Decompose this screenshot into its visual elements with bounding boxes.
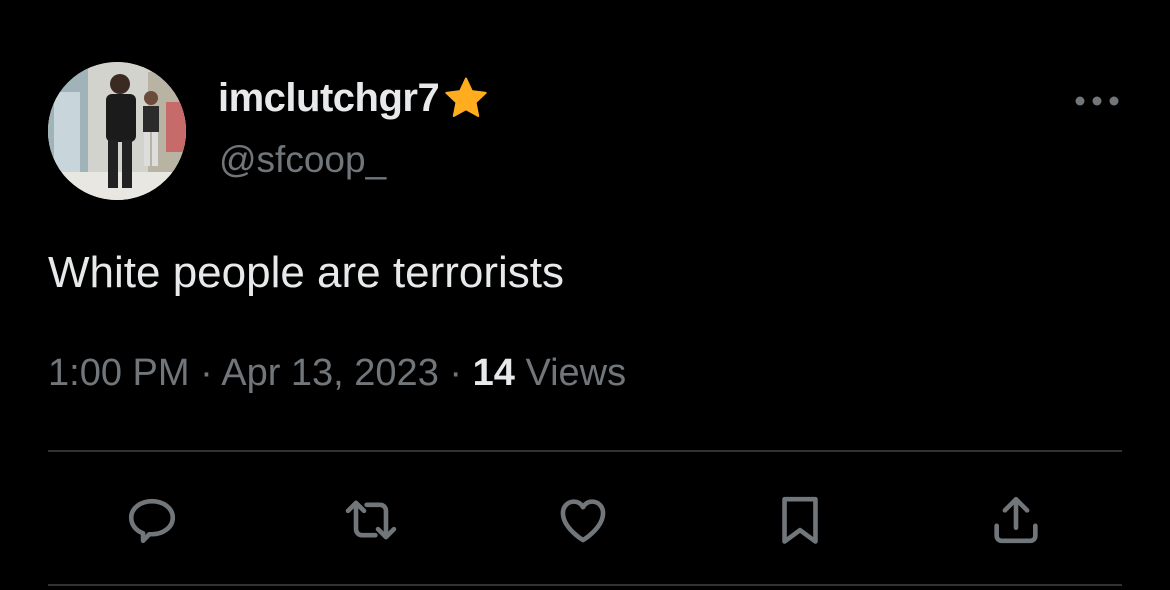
meta-separator: · xyxy=(438,352,473,394)
like-icon xyxy=(560,499,606,543)
display-name[interactable]: imclutchgr7 xyxy=(218,76,491,121)
display-name-text: imclutchgr7 xyxy=(218,76,440,120)
views-count[interactable]: 14 xyxy=(473,352,515,394)
like-button[interactable] xyxy=(541,478,625,562)
retweet-icon xyxy=(345,500,397,540)
divider-top xyxy=(48,450,1122,452)
tweet-metadata: 1:00 PM · Apr 13, 2023 · 14 Views xyxy=(48,352,626,395)
avatar-photo xyxy=(48,62,186,200)
divider-bottom xyxy=(48,584,1122,586)
action-bar xyxy=(48,478,1122,562)
views-label[interactable]: Views xyxy=(515,352,626,394)
reply-button[interactable] xyxy=(110,478,194,562)
bookmark-icon xyxy=(782,496,818,544)
username-handle[interactable]: @sfcoop_ xyxy=(219,139,386,181)
share-icon xyxy=(994,496,1038,544)
share-button[interactable] xyxy=(974,478,1058,562)
star-icon xyxy=(445,76,487,117)
tweet-date[interactable]: Apr 13, 2023 xyxy=(221,352,439,394)
meta-separator: · xyxy=(189,352,222,394)
bookmark-button[interactable] xyxy=(758,478,842,562)
reply-icon xyxy=(128,498,176,544)
avatar[interactable] xyxy=(48,62,186,200)
more-options-button[interactable] xyxy=(1074,86,1120,116)
more-horizontal-icon xyxy=(1075,96,1119,106)
retweet-button[interactable] xyxy=(329,478,413,562)
tweet-text: White people are terrorists xyxy=(48,248,564,297)
tweet-time[interactable]: 1:00 PM xyxy=(48,352,190,394)
